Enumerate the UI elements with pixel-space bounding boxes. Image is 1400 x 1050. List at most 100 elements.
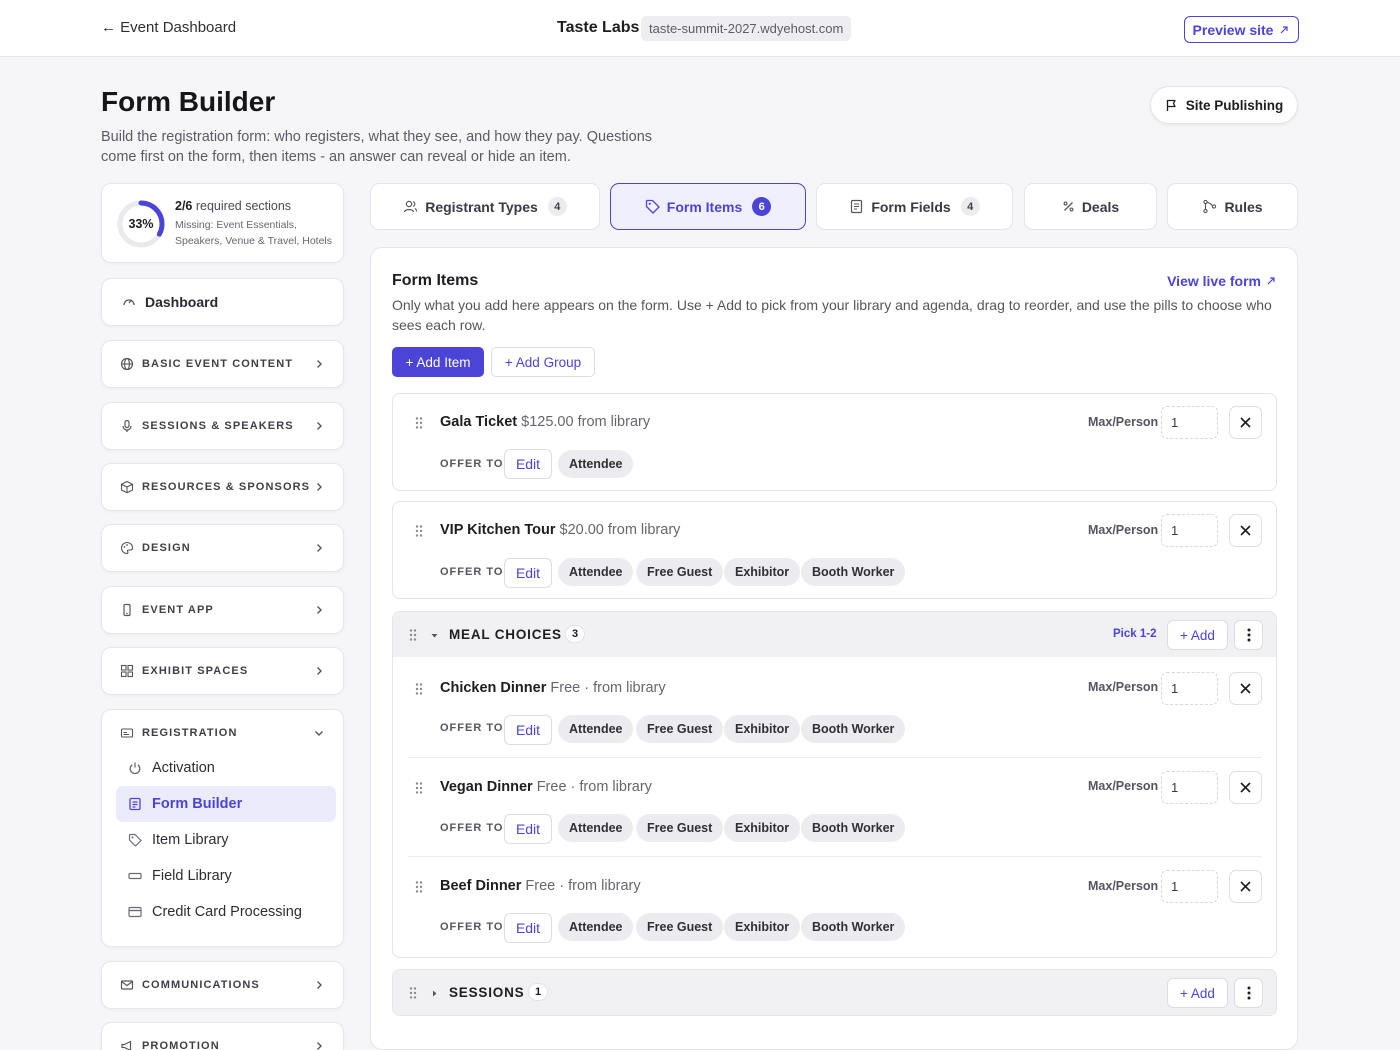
sidebar-section-resources-sponsors[interactable]: RESOURCES & SPONSORS <box>101 463 344 511</box>
sidebar-section-exhibit-spaces[interactable]: EXHIBIT SPACES <box>101 647 344 695</box>
view-live-form-link[interactable]: View live form <box>1167 273 1277 289</box>
caret-right-icon[interactable] <box>430 989 439 998</box>
users-icon <box>404 200 418 213</box>
site-publishing-button[interactable]: Site Publishing <box>1150 86 1298 124</box>
sidebar-section-design[interactable]: DESIGN <box>101 524 344 572</box>
max-per-person-label: Max/Person <box>1088 779 1159 793</box>
branch-icon <box>1203 199 1217 214</box>
page-title: Form Builder <box>101 86 276 117</box>
offer-pill-attendee[interactable]: Attendee <box>558 814 634 842</box>
back-label: ← Event Dashboard <box>101 19 237 36</box>
tab-deals[interactable]: Deals <box>1024 183 1157 230</box>
drag-handle-icon[interactable] <box>408 986 418 1000</box>
pick-rule[interactable]: Pick 1-2 <box>1113 628 1156 640</box>
missing-sections: Missing: Event Essentials, Speakers, Ven… <box>175 219 333 247</box>
drag-handle-icon[interactable] <box>414 682 424 696</box>
section-label: EVENT APP <box>142 604 214 616</box>
chevron-right-icon <box>317 544 322 552</box>
max-per-person-label: Max/Person <box>1088 680 1159 694</box>
item-meta: Free · from library <box>550 680 666 696</box>
remove-item-button[interactable] <box>1229 514 1262 547</box>
remove-item-button[interactable] <box>1229 870 1262 903</box>
sidebar-section-sessions-speakers[interactable]: SESSIONS & SPEAKERS <box>101 402 344 450</box>
sidebar-dashboard[interactable]: Dashboard <box>101 278 344 326</box>
sidebar-section-communications[interactable]: COMMUNICATIONS <box>101 961 344 1009</box>
offer-pill-booth-worker[interactable]: Booth Worker <box>801 715 906 743</box>
offer-pill-exhibitor[interactable]: Exhibitor <box>724 715 801 743</box>
offer-pill-free-guest[interactable]: Free Guest <box>636 814 724 842</box>
offer-pill-free-guest[interactable]: Free Guest <box>636 913 724 941</box>
group-menu-button[interactable] <box>1234 620 1263 650</box>
tab-label: Deals <box>1081 198 1120 215</box>
item-group-sessions: SESSIONS 1 + Add <box>392 969 1277 1016</box>
offer-pill-free-guest[interactable]: Free Guest <box>636 715 724 743</box>
preview-site-button[interactable]: Preview site <box>1184 16 1299 43</box>
sidebar-item-form-builder[interactable]: Form Builder <box>116 786 336 822</box>
offer-pill-booth-worker[interactable]: Booth Worker <box>801 558 906 586</box>
max-per-person-label: Max/Person <box>1088 523 1159 537</box>
offer-pill-exhibitor[interactable]: Exhibitor <box>724 814 801 842</box>
group-add-button[interactable]: + Add <box>1167 978 1228 1008</box>
tab-rules[interactable]: Rules <box>1167 183 1298 230</box>
sidebar-item-field-library[interactable]: Field Library <box>116 858 336 894</box>
offer-pill-attendee[interactable]: Attendee <box>558 715 634 743</box>
drag-handle-icon[interactable] <box>414 880 424 894</box>
add-item-button[interactable]: + Add Item <box>392 347 484 377</box>
edit-offer-button[interactable]: Edit <box>504 715 552 745</box>
edit-offer-button[interactable]: Edit <box>504 913 552 943</box>
remove-item-button[interactable] <box>1229 406 1262 439</box>
offer-pill-booth-worker[interactable]: Booth Worker <box>801 814 906 842</box>
sidebar-item-activation[interactable]: Activation <box>116 750 336 786</box>
max-per-person-input[interactable]: 1 <box>1161 406 1218 439</box>
max-per-person-input[interactable]: 1 <box>1161 771 1218 804</box>
tab-registrant-types[interactable]: Registrant Types 4 <box>370 183 600 230</box>
offer-pill-attendee[interactable]: Attendee <box>558 558 634 586</box>
offer-pill-exhibitor[interactable]: Exhibitor <box>724 913 801 941</box>
remove-item-button[interactable] <box>1229 672 1262 705</box>
tab-form-items[interactable]: Form Items 6 <box>610 183 806 230</box>
sidebar-section-event-app[interactable]: EVENT APP <box>101 586 344 634</box>
tag-icon <box>645 199 660 214</box>
max-per-person-input[interactable]: 1 <box>1161 672 1218 705</box>
offer-to-label: OFFER TO <box>440 822 504 834</box>
sidebar-item-credit-card-processing[interactable]: Credit Card Processing <box>116 894 336 930</box>
edit-offer-button[interactable]: Edit <box>504 558 552 588</box>
external-link-icon <box>1267 277 1275 285</box>
chevron-right-icon <box>317 606 322 614</box>
drag-handle-icon[interactable] <box>408 628 418 642</box>
progress-card: 33% 2/6 required sections Missing: Event… <box>101 183 344 263</box>
section-label: REGISTRATION <box>142 727 238 739</box>
offer-pill-booth-worker[interactable]: Booth Worker <box>801 913 906 941</box>
group-menu-button[interactable] <box>1234 978 1263 1008</box>
progress-ring: 33% <box>116 199 166 249</box>
caret-down-icon[interactable] <box>430 631 439 640</box>
add-group-button[interactable]: + Add Group <box>491 347 595 377</box>
chevron-right-icon <box>317 422 322 430</box>
group-add-button[interactable]: + Add <box>1167 620 1228 650</box>
back-to-dashboard-link[interactable]: ← Event Dashboard <box>101 19 236 36</box>
tab-label: Form Fields <box>871 198 951 215</box>
sidebar-section-basic-event-content[interactable]: BASIC EVENT CONTENT <box>101 340 344 388</box>
drag-handle-icon[interactable] <box>414 416 424 430</box>
group-count: 3 <box>565 625 585 643</box>
item-meta: $20.00 from library <box>559 522 681 538</box>
row-divider <box>408 856 1262 857</box>
drag-handle-icon[interactable] <box>414 781 424 795</box>
drag-handle-icon[interactable] <box>414 524 424 538</box>
offer-pill-attendee[interactable]: Attendee <box>558 913 634 941</box>
sidebar-item-item-library[interactable]: Item Library <box>116 822 336 858</box>
edit-offer-button[interactable]: Edit <box>504 814 552 844</box>
group-header: SESSIONS 1 + Add <box>393 970 1276 1015</box>
offer-to-label: OFFER TO <box>440 722 504 734</box>
offer-pill-exhibitor[interactable]: Exhibitor <box>724 558 801 586</box>
max-per-person-input[interactable]: 1 <box>1161 870 1218 903</box>
offer-pill-attendee[interactable]: Attendee <box>558 450 634 478</box>
section-label: RESOURCES & SPONSORS <box>142 481 311 493</box>
offer-pill-free-guest[interactable]: Free Guest <box>636 558 724 586</box>
tab-form-fields[interactable]: Form Fields 4 <box>816 183 1013 230</box>
edit-offer-button[interactable]: Edit <box>504 449 552 479</box>
sidebar-section-promotion[interactable]: PROMOTION <box>101 1022 344 1050</box>
max-per-person-input[interactable]: 1 <box>1161 514 1218 547</box>
remove-item-button[interactable] <box>1229 771 1262 804</box>
section-label: EXHIBIT SPACES <box>142 665 249 677</box>
